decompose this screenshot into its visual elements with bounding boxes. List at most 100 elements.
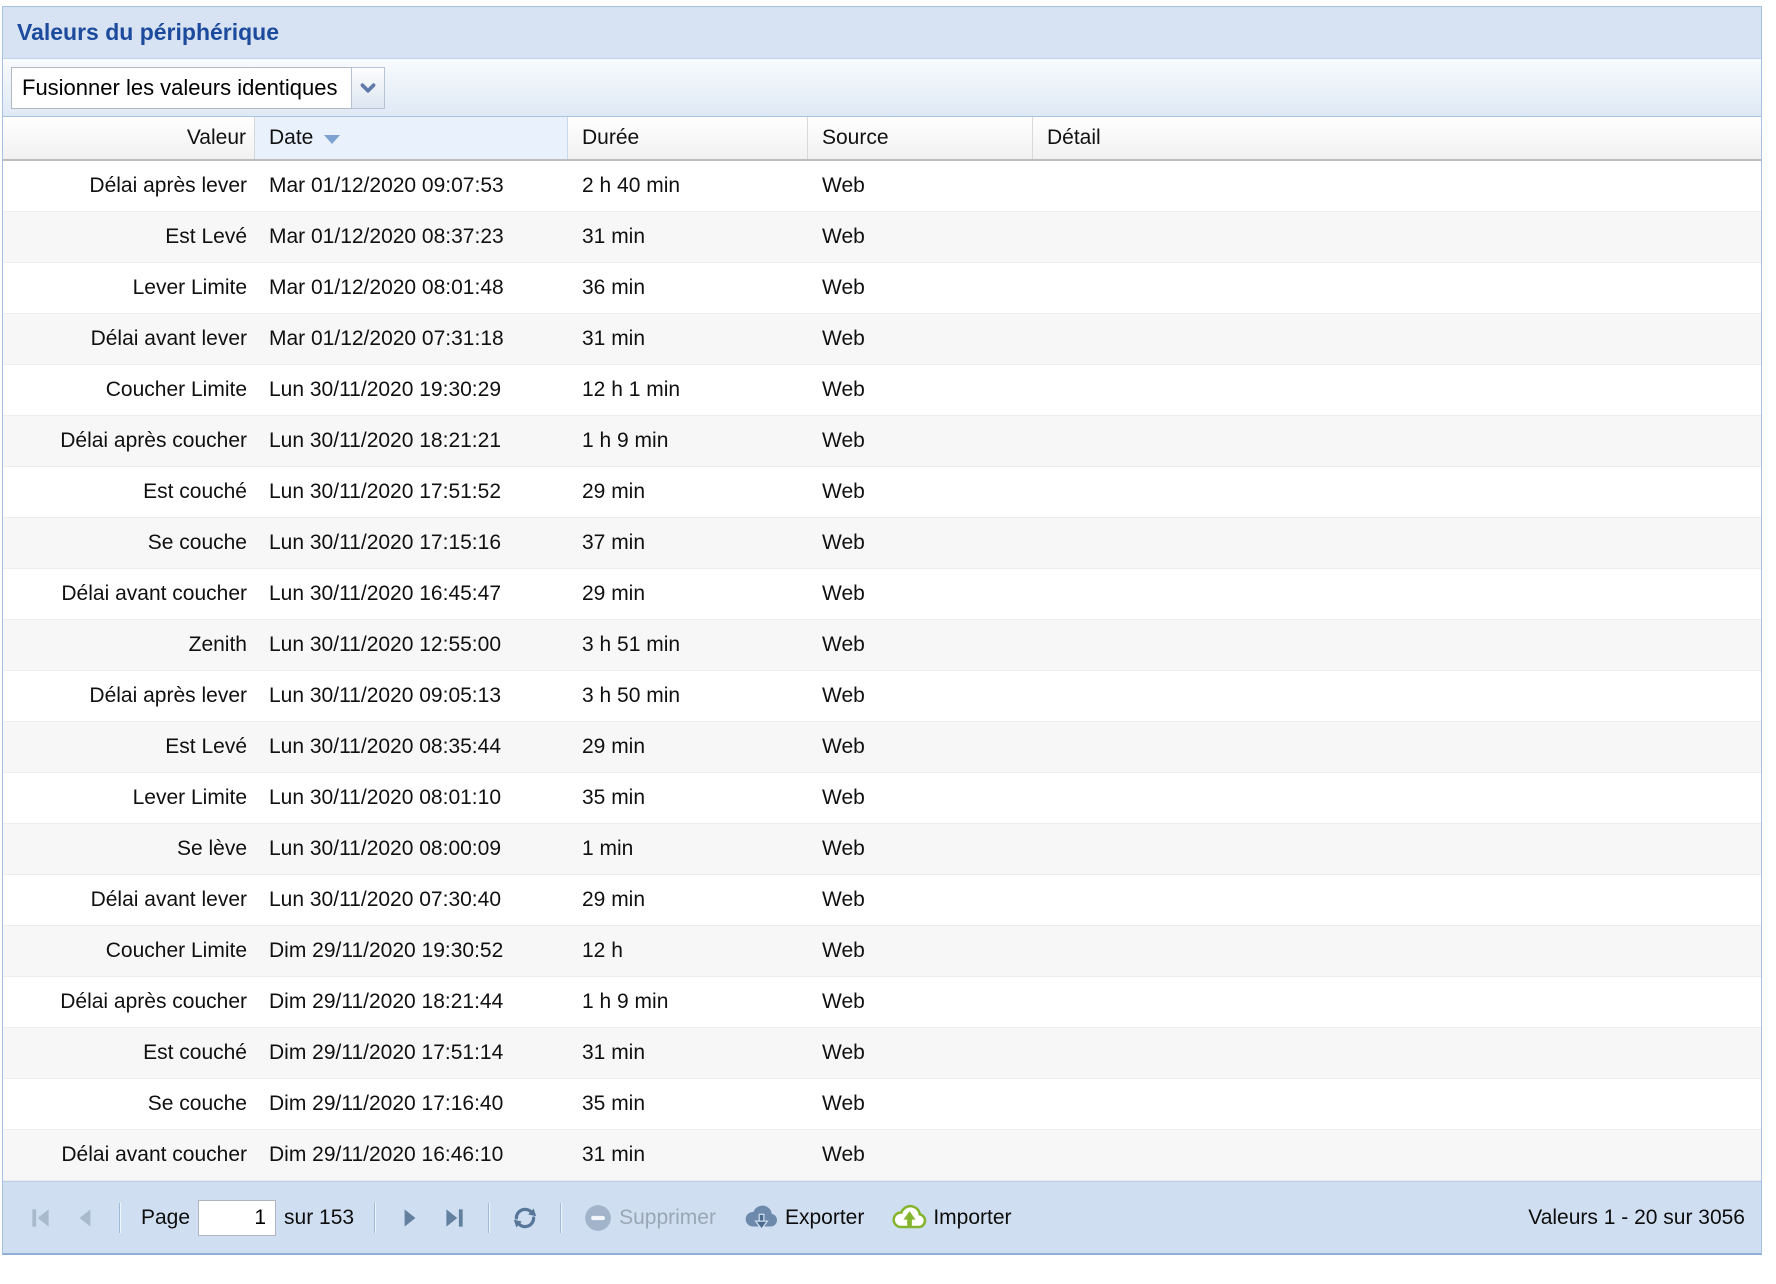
table-row[interactable]: Se couche Lun 30/11/2020 17:15:16 37 min…	[3, 518, 1761, 569]
next-page-button[interactable]	[397, 1205, 423, 1231]
column-header-source[interactable]: Source	[808, 117, 1033, 159]
cell-duree: 35 min	[568, 773, 808, 823]
cell-valeur: Délai après lever	[3, 161, 255, 211]
cell-valeur: Délai après coucher	[3, 416, 255, 466]
cell-date: Lun 30/11/2020 18:21:21	[255, 416, 568, 466]
table-row[interactable]: Est Levé Mar 01/12/2020 08:37:23 31 min …	[3, 212, 1761, 263]
table-row[interactable]: Délai avant lever Lun 30/11/2020 07:30:4…	[3, 875, 1761, 926]
table-row[interactable]: Délai avant lever Mar 01/12/2020 07:31:1…	[3, 314, 1761, 365]
cell-detail	[1033, 926, 1761, 976]
cell-detail	[1033, 161, 1761, 211]
cell-valeur: Est couché	[3, 467, 255, 517]
table-row[interactable]: Délai après lever Mar 01/12/2020 09:07:5…	[3, 161, 1761, 212]
column-header-detail[interactable]: Détail	[1033, 117, 1761, 159]
table-row[interactable]: Lever Limite Mar 01/12/2020 08:01:48 36 …	[3, 263, 1761, 314]
cell-date: Lun 30/11/2020 09:05:13	[255, 671, 568, 721]
cell-valeur: Est couché	[3, 1028, 255, 1078]
cell-source: Web	[808, 416, 1033, 466]
table-row[interactable]: Coucher Limite Lun 30/11/2020 19:30:29 1…	[3, 365, 1761, 416]
cell-source: Web	[808, 926, 1033, 976]
cell-detail	[1033, 569, 1761, 619]
cell-detail	[1033, 671, 1761, 721]
merge-values-input[interactable]	[11, 67, 351, 109]
cell-detail	[1033, 1028, 1761, 1078]
cell-detail	[1033, 722, 1761, 772]
cell-duree: 1 h 9 min	[568, 416, 808, 466]
cell-duree: 29 min	[568, 467, 808, 517]
cell-date: Mar 01/12/2020 07:31:18	[255, 314, 568, 364]
refresh-button[interactable]	[511, 1204, 539, 1232]
column-label: Valeur	[187, 126, 246, 150]
cell-valeur: Délai avant coucher	[3, 569, 255, 619]
page-label: Page	[141, 1206, 190, 1230]
cell-detail	[1033, 1079, 1761, 1129]
table-row[interactable]: Lever Limite Lun 30/11/2020 08:01:10 35 …	[3, 773, 1761, 824]
table-row[interactable]: Est Levé Lun 30/11/2020 08:35:44 29 min …	[3, 722, 1761, 773]
delete-button[interactable]: Supprimer	[583, 1203, 716, 1233]
table-row[interactable]: Délai après coucher Dim 29/11/2020 18:21…	[3, 977, 1761, 1028]
toolbar-separator	[119, 1203, 121, 1233]
page-total-label: sur 153	[284, 1206, 354, 1230]
cell-source: Web	[808, 161, 1033, 211]
table-row[interactable]: Coucher Limite Dim 29/11/2020 19:30:52 1…	[3, 926, 1761, 977]
first-page-icon	[28, 1205, 54, 1231]
last-page-button[interactable]	[441, 1205, 467, 1231]
table-row[interactable]: Se couche Dim 29/11/2020 17:16:40 35 min…	[3, 1079, 1761, 1130]
cell-duree: 12 h 1 min	[568, 365, 808, 415]
prev-page-button[interactable]	[72, 1205, 98, 1231]
cell-detail	[1033, 416, 1761, 466]
table-row[interactable]: Délai après coucher Lun 30/11/2020 18:21…	[3, 416, 1761, 467]
toolbar-separator	[488, 1203, 490, 1233]
cell-source: Web	[808, 875, 1033, 925]
table-row[interactable]: Est couché Lun 30/11/2020 17:51:52 29 mi…	[3, 467, 1761, 518]
combobox-trigger-button[interactable]	[351, 67, 385, 109]
table-row[interactable]: Délai avant coucher Dim 29/11/2020 16:46…	[3, 1130, 1761, 1181]
table-row[interactable]: Délai après lever Lun 30/11/2020 09:05:1…	[3, 671, 1761, 722]
cell-duree: 35 min	[568, 1079, 808, 1129]
cell-date: Lun 30/11/2020 16:45:47	[255, 569, 568, 619]
cell-date: Dim 29/11/2020 17:51:14	[255, 1028, 568, 1078]
cell-duree: 29 min	[568, 875, 808, 925]
column-header-duree[interactable]: Durée	[568, 117, 808, 159]
cell-valeur: Se lève	[3, 824, 255, 874]
cell-source: Web	[808, 620, 1033, 670]
column-label: Durée	[582, 126, 639, 150]
first-page-button[interactable]	[28, 1205, 54, 1231]
cell-source: Web	[808, 263, 1033, 313]
cell-date: Dim 29/11/2020 17:16:40	[255, 1079, 568, 1129]
cell-detail	[1033, 314, 1761, 364]
cell-date: Lun 30/11/2020 19:30:29	[255, 365, 568, 415]
cell-detail	[1033, 620, 1761, 670]
cell-valeur: Délai après lever	[3, 671, 255, 721]
cell-duree: 31 min	[568, 314, 808, 364]
table-row[interactable]: Zenith Lun 30/11/2020 12:55:00 3 h 51 mi…	[3, 620, 1761, 671]
cell-date: Lun 30/11/2020 08:35:44	[255, 722, 568, 772]
cell-detail	[1033, 977, 1761, 1027]
cell-valeur: Se couche	[3, 518, 255, 568]
panel-header: Valeurs du périphérique	[3, 7, 1761, 59]
cell-detail	[1033, 773, 1761, 823]
cell-date: Lun 30/11/2020 08:01:10	[255, 773, 568, 823]
cell-duree: 37 min	[568, 518, 808, 568]
column-header-date[interactable]: Date	[255, 117, 568, 159]
table-row[interactable]: Délai avant coucher Lun 30/11/2020 16:45…	[3, 569, 1761, 620]
cell-date: Lun 30/11/2020 17:15:16	[255, 518, 568, 568]
page-number-input[interactable]	[198, 1200, 276, 1236]
import-button[interactable]: Importer	[891, 1204, 1011, 1232]
import-button-label: Importer	[933, 1206, 1011, 1230]
table-row[interactable]: Se lève Lun 30/11/2020 08:00:09 1 min We…	[3, 824, 1761, 875]
cell-source: Web	[808, 365, 1033, 415]
cell-date: Mar 01/12/2020 09:07:53	[255, 161, 568, 211]
table-row[interactable]: Est couché Dim 29/11/2020 17:51:14 31 mi…	[3, 1028, 1761, 1079]
export-button[interactable]: Exporter	[743, 1204, 864, 1232]
cell-date: Mar 01/12/2020 08:37:23	[255, 212, 568, 262]
next-page-icon	[397, 1205, 423, 1231]
column-header-valeur[interactable]: Valeur	[3, 117, 255, 159]
prev-page-icon	[72, 1205, 98, 1231]
cell-valeur: Délai après coucher	[3, 977, 255, 1027]
cell-valeur: Se couche	[3, 1079, 255, 1129]
page-title: Valeurs du périphérique	[17, 19, 279, 46]
cell-date: Dim 29/11/2020 18:21:44	[255, 977, 568, 1027]
merge-values-combobox	[11, 67, 385, 109]
cell-date: Lun 30/11/2020 07:30:40	[255, 875, 568, 925]
